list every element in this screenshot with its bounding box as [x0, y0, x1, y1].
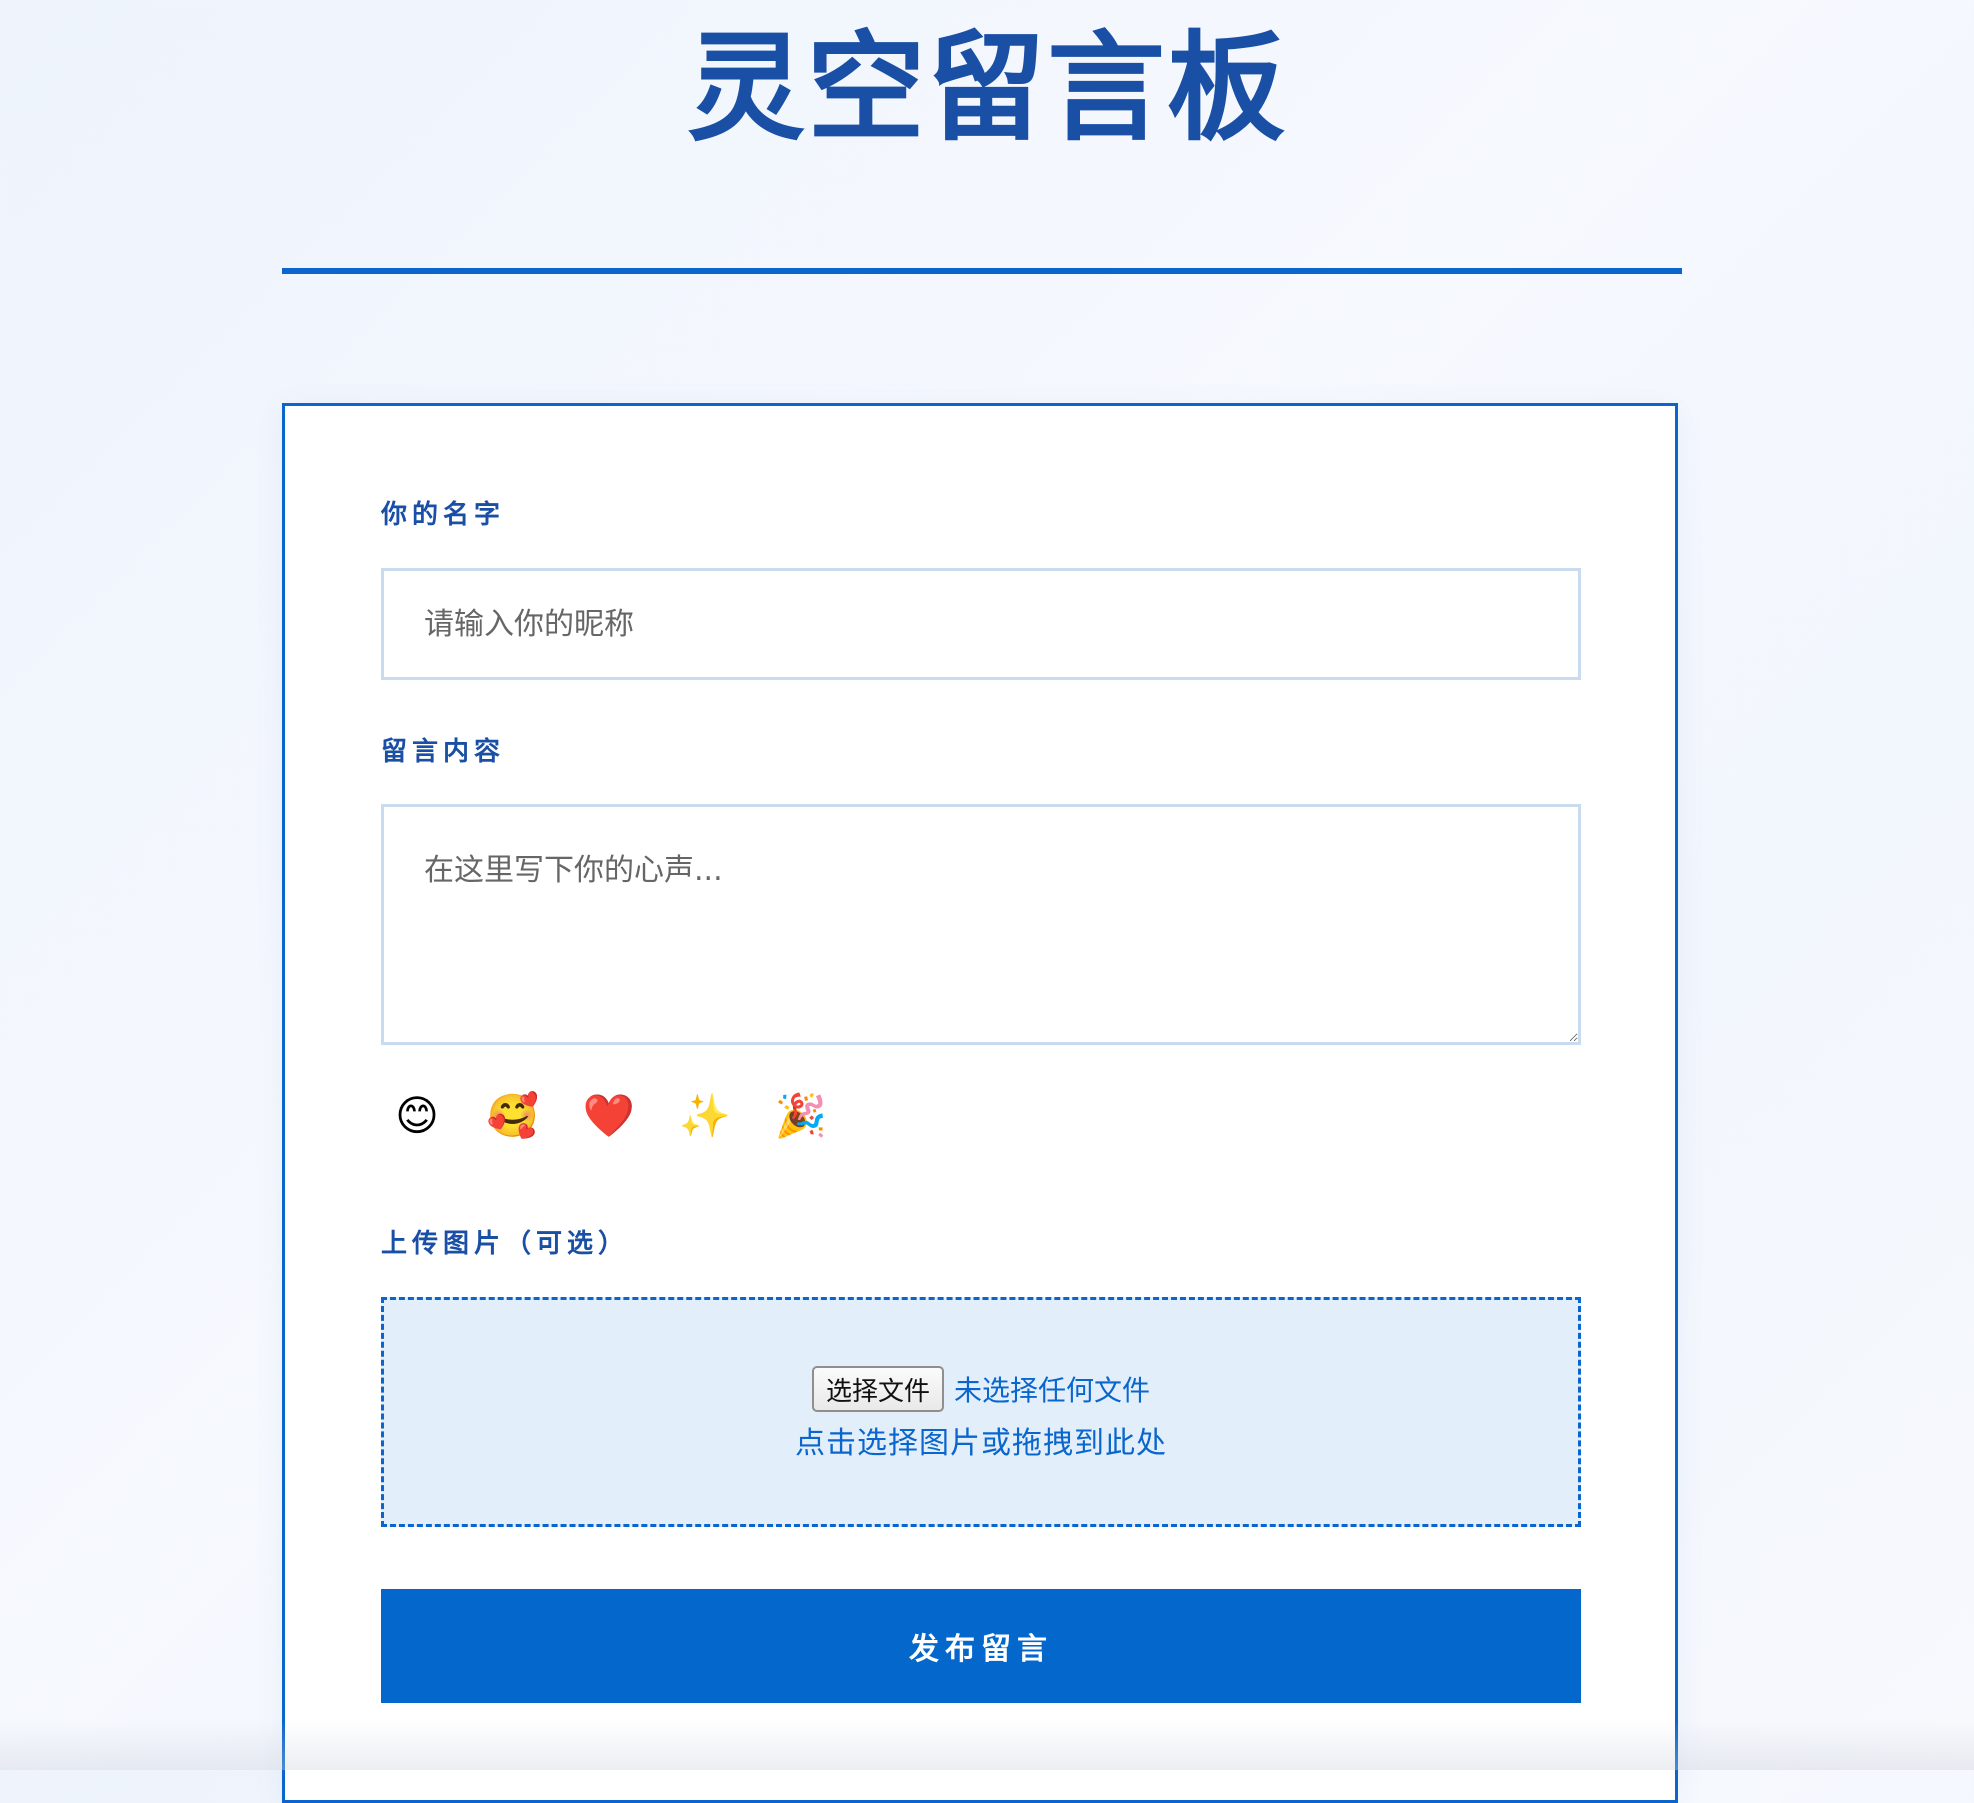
choose-file-button[interactable]: 选择文件 — [811, 1366, 944, 1412]
submit-message-button[interactable]: 发布留言 — [381, 1589, 1581, 1703]
file-picker: 选择文件 未选择任何文件 — [384, 1366, 1578, 1412]
message-form-card: 你的名字 留言内容 😊 🥰 ❤️ ✨ 🎉 上传图片（可选） 选择文件 未选择任何… — [282, 403, 1678, 1803]
red-heart-icon[interactable]: ❤️ — [583, 1092, 635, 1140]
name-label: 你的名字 — [381, 500, 506, 530]
name-input[interactable] — [381, 568, 1581, 680]
message-textarea[interactable] — [381, 804, 1581, 1045]
title-divider — [282, 268, 1682, 274]
upload-label: 上传图片（可选） — [381, 1229, 630, 1259]
smiling-face-hearts-icon[interactable]: 🥰 — [487, 1092, 539, 1140]
emoji-picker: 😊 🥰 ❤️ ✨ 🎉 — [393, 1092, 827, 1140]
message-label: 留言内容 — [381, 737, 506, 767]
page-title: 灵空留言板 — [686, 18, 1287, 157]
image-upload-dropzone[interactable]: 选择文件 未选择任何文件 点击选择图片或拖拽到此处 — [381, 1297, 1581, 1527]
upload-hint-text: 点击选择图片或拖拽到此处 — [795, 1426, 1167, 1461]
sparkles-icon[interactable]: ✨ — [679, 1092, 731, 1140]
smiling-face-icon[interactable]: 😊 — [393, 1092, 441, 1140]
party-popper-icon[interactable]: 🎉 — [775, 1092, 827, 1140]
file-status-text: 未选择任何文件 — [954, 1374, 1151, 1407]
